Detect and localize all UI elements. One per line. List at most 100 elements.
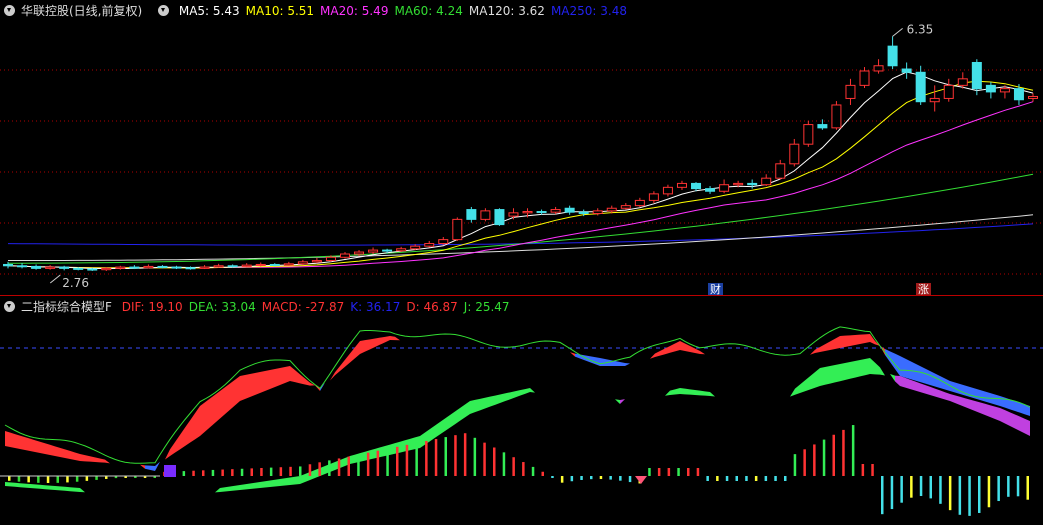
histogram-bar-positive (454, 435, 457, 476)
histogram-bar-positive (250, 468, 253, 476)
candle-down (971, 61, 982, 90)
candle-up (789, 143, 800, 165)
histogram-bar-negative (754, 476, 758, 481)
histogram-bar-positive (318, 462, 321, 476)
candle-up (592, 210, 603, 214)
histogram-bar-negative (958, 476, 962, 515)
histogram-bar-negative (890, 476, 894, 510)
candle-down (269, 263, 280, 266)
histogram-bar-negative (919, 476, 923, 497)
histogram-bar-negative (590, 476, 593, 480)
histogram-bar-positive (657, 468, 661, 476)
macd-ribbon-rise (620, 399, 625, 404)
histogram-bar-positive (240, 468, 244, 476)
histogram-bar-negative (1026, 476, 1029, 500)
histogram-bar-negative (929, 476, 932, 499)
histogram-bar-negative (570, 476, 574, 482)
candle-up (143, 265, 154, 269)
histogram-bar-negative (619, 476, 622, 481)
candle-down (17, 265, 28, 268)
histogram-bar-negative (1007, 476, 1010, 497)
histogram-bar-negative (764, 476, 768, 481)
indicator-legend-item-2: MACD: -27.87 (261, 300, 345, 314)
candle-up (452, 218, 463, 241)
dropdown-icon[interactable] (4, 5, 15, 16)
indicator-dropdown-icon[interactable] (4, 301, 15, 312)
histogram-bar-negative (735, 476, 738, 481)
histogram-bar-positive (696, 468, 700, 476)
main-title[interactable]: 华联控股(日线,前复权) (4, 4, 148, 18)
candle-down (887, 45, 898, 67)
candle-down (691, 182, 702, 190)
candle-down (31, 265, 42, 269)
price-chart[interactable]: 6.35 2.76 (0, 0, 1043, 295)
candle-up (438, 239, 449, 245)
histogram-bar-negative (968, 476, 971, 516)
candle-down (578, 211, 589, 214)
histogram-bar-positive (687, 468, 690, 476)
candle-up (733, 182, 744, 186)
ma10-line (7, 80, 1034, 269)
histogram-bar-positive (279, 467, 283, 476)
histogram-bar-positive (667, 468, 671, 476)
candle-down (129, 266, 140, 269)
candle-up (311, 260, 322, 263)
histogram-bar-positive (541, 471, 544, 476)
histogram-bar-positive (328, 460, 331, 476)
indicator-chart[interactable] (0, 296, 1043, 525)
histogram-bar-negative (95, 476, 98, 480)
candle-up (550, 209, 561, 213)
candle-down (185, 267, 196, 270)
histogram-bar-negative (725, 476, 729, 481)
histogram-bar-negative (939, 476, 942, 504)
indicator-legend-items: DIF: 19.10 DEA: 33.04 MACD: -27.87 K: 36.17… (122, 300, 516, 314)
price-chart-panel[interactable]: 华联控股(日线,前复权) MA5: 5.43 MA10: 5.51 MA20: 5.… (0, 0, 1043, 296)
kd-ribbon-rise (325, 336, 575, 383)
candle-up (368, 249, 379, 253)
histogram-bar-positive (832, 434, 835, 476)
candle-down (985, 84, 996, 93)
histogram-bar-negative (75, 476, 79, 482)
histogram-bar-negative (37, 476, 40, 483)
candle-down (73, 267, 84, 270)
histogram-bar-negative (784, 476, 787, 481)
candle-up (508, 212, 519, 217)
histogram-bar-positive (405, 444, 409, 476)
candle-up (283, 263, 294, 266)
ma-settings-icon[interactable] (158, 5, 170, 16)
candle-down (227, 265, 238, 268)
histogram-bar-positive (512, 457, 515, 476)
ma20-line (7, 101, 1034, 269)
ma60-line (8, 173, 1034, 264)
candle-up (339, 253, 350, 258)
candle-down (3, 263, 13, 267)
candle-up (396, 248, 407, 252)
high-price-label: 6.35 (907, 22, 934, 36)
histogram-bar-negative (8, 476, 11, 481)
histogram-bar-positive (269, 467, 273, 476)
histogram-bar-negative (551, 476, 554, 478)
candle-down (59, 266, 70, 269)
candle-up (199, 266, 210, 269)
histogram-bar-negative (17, 476, 21, 482)
candle-up (354, 251, 365, 255)
candle-up (957, 78, 968, 86)
indicator-legend-item-4: D: 46.87 (406, 300, 458, 314)
candle-down (1013, 88, 1024, 101)
candle-up (873, 65, 884, 72)
candle-up (648, 193, 659, 201)
histogram-bar-negative (628, 476, 632, 483)
histogram-bar-positive (473, 437, 477, 476)
candle-down (494, 209, 505, 226)
histogram-bar-negative (599, 476, 603, 480)
indicator-panel[interactable]: 二指标综合模型F DIF: 19.10 DEA: 33.04 MACD: -27.8… (0, 296, 1043, 525)
candle-up (410, 245, 421, 250)
histogram-bar-positive (192, 470, 195, 476)
histogram-bar-positive (861, 464, 865, 476)
histogram-bar-negative (27, 476, 30, 483)
candle-up (999, 88, 1010, 93)
ma-legend-items: MA5: 5.43 MA10: 5.51 MA20: 5.49 MA60: 4.24 M… (179, 4, 633, 18)
histogram-bar-positive (347, 456, 350, 476)
indicator-legend-item-0: DIF: 19.10 (121, 300, 183, 314)
histogram-bar-positive (231, 469, 234, 476)
